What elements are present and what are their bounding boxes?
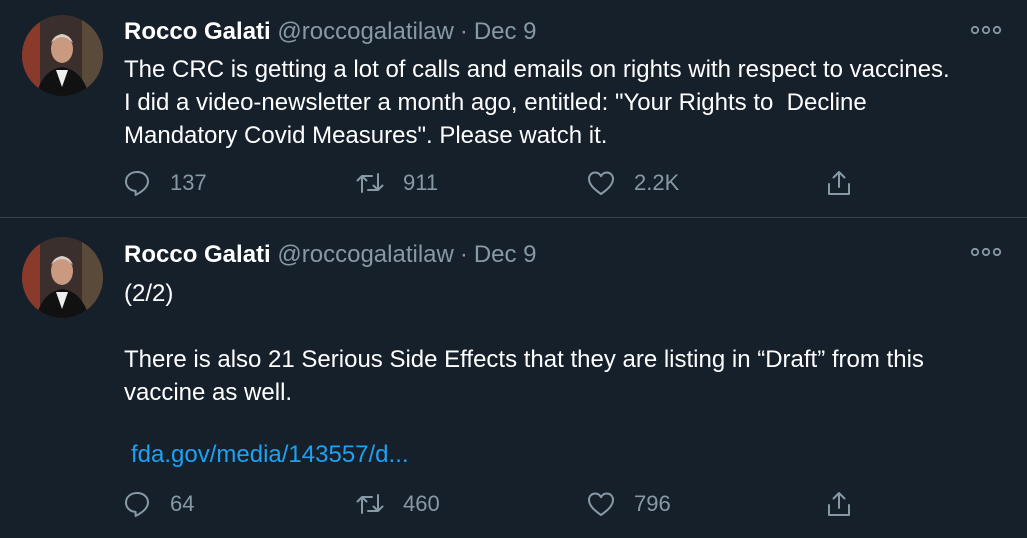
more-horizontal-icon (970, 25, 1002, 35)
reply-button[interactable]: 64 (122, 487, 194, 521)
like-count: 796 (634, 491, 671, 516)
reply-count: 137 (170, 170, 207, 195)
share-icon (828, 171, 850, 195)
share-button[interactable] (824, 166, 854, 200)
reply-icon (125, 492, 149, 517)
heart-icon (588, 171, 614, 195)
tweet-text-line: There is also 21 Serious Side Effects th… (124, 346, 924, 373)
reply-button[interactable]: 137 (122, 166, 207, 200)
paragraph-spacer (124, 310, 1004, 343)
more-options-button[interactable] (969, 242, 1003, 262)
tweet-text-line: I did a video-newsletter a month ago, en… (124, 89, 867, 116)
tweet-text-line: Mandatory Covid Measures". Please watch … (124, 122, 608, 149)
tweet-actions: 64 460 796 (122, 487, 882, 521)
tweet-link[interactable]: fda.gov/media/143557/d... (131, 440, 409, 470)
more-horizontal-icon (970, 247, 1002, 257)
like-count: 2.2K (634, 170, 680, 195)
tweet[interactable]: Rocco Galati @roccogalatilaw · Dec 9 The C… (0, 0, 1027, 218)
retweet-count: 911 (403, 170, 439, 195)
author-name[interactable]: Rocco Galati (124, 241, 271, 268)
reply-icon (125, 171, 149, 196)
retweet-icon (356, 494, 384, 514)
avatar[interactable] (22, 237, 103, 318)
tweet-text: The CRC is getting a lot of calls and em… (124, 53, 1004, 152)
tweet-actions: 137 911 2.2K (122, 166, 882, 200)
share-icon (828, 492, 850, 516)
retweet-count: 460 (403, 491, 440, 516)
author-name[interactable]: Rocco Galati (124, 18, 271, 45)
tweet[interactable]: Rocco Galati @roccogalatilaw · Dec 9 (2/2)… (0, 218, 1027, 538)
tweet-header: Rocco Galati @roccogalatilaw · Dec 9 (124, 17, 537, 47)
retweet-button[interactable]: 911 (355, 166, 438, 200)
author-handle[interactable]: @roccogalatilaw (277, 18, 453, 45)
like-button[interactable]: 796 (586, 487, 671, 521)
tweet-date[interactable]: Dec 9 (474, 18, 537, 45)
tweet-date[interactable]: Dec 9 (474, 241, 537, 268)
more-options-button[interactable] (969, 20, 1003, 40)
tweet-text: (2/2) There is also 21 Serious Side Effe… (124, 277, 1004, 409)
separator: · (459, 241, 468, 268)
tweet-text-line: vaccine as well. (124, 379, 293, 406)
like-button[interactable]: 2.2K (586, 166, 679, 200)
tweet-text-line: The CRC is getting a lot of calls and em… (124, 56, 950, 83)
retweet-button[interactable]: 460 (355, 487, 440, 521)
avatar[interactable] (22, 15, 103, 96)
tweet-text-line: (2/2) (124, 280, 174, 307)
heart-icon (588, 492, 614, 516)
share-button[interactable] (824, 487, 854, 521)
retweet-icon (356, 173, 384, 193)
author-handle[interactable]: @roccogalatilaw (277, 241, 453, 268)
reply-count: 64 (170, 491, 195, 516)
tweet-header: Rocco Galati @roccogalatilaw · Dec 9 (124, 240, 537, 270)
separator: · (459, 18, 468, 45)
